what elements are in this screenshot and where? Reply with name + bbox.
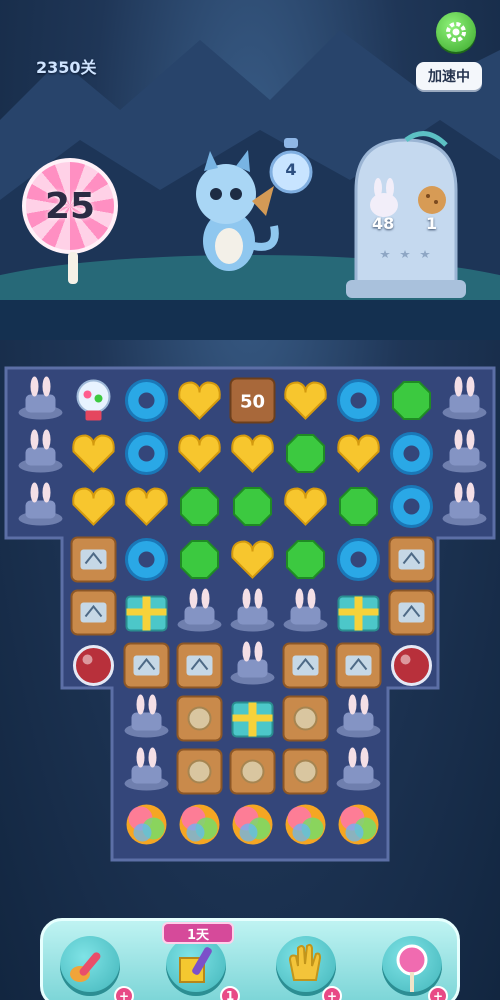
blue-donut-tile[interactable] — [125, 538, 168, 581]
rainbow-ball-tile[interactable] — [338, 804, 379, 845]
blue-donut-tile[interactable] — [337, 379, 380, 422]
blue-donut-tile[interactable] — [125, 379, 168, 422]
green-gem-tile[interactable] — [180, 540, 219, 579]
blue-donut-tile[interactable] — [390, 432, 433, 475]
game-board[interactable]: 50 — [0, 0, 500, 1000]
glove-add-button[interactable]: + — [322, 986, 342, 1000]
ticket-crate-tile[interactable] — [335, 642, 382, 689]
ticket-crate-tile[interactable] — [176, 642, 223, 689]
gift-box-tile[interactable] — [337, 595, 380, 632]
booster-duration-tag: 1天 — [162, 922, 234, 944]
blue-donut-tile[interactable] — [390, 485, 433, 528]
lollipop-add-button[interactable]: + — [428, 986, 448, 1000]
rainbow-ball-tile[interactable] — [285, 804, 326, 845]
crate-50-tile[interactable]: 50 — [229, 377, 276, 424]
cube-hammer-booster[interactable] — [166, 936, 226, 996]
plain-crate-tile[interactable] — [229, 748, 276, 795]
cube-hammer-count: 1 — [220, 986, 240, 1000]
green-gem-tile[interactable] — [233, 487, 272, 526]
potion-tile[interactable] — [73, 645, 114, 686]
green-gem-tile[interactable] — [392, 381, 431, 420]
gift-box-tile[interactable] — [231, 701, 274, 738]
plain-crate-tile[interactable] — [176, 695, 223, 742]
green-gem-tile[interactable] — [339, 487, 378, 526]
plain-crate-tile[interactable] — [176, 748, 223, 795]
blue-donut-tile[interactable] — [125, 432, 168, 475]
rainbow-ball-tile[interactable] — [232, 804, 273, 845]
spoon-icon — [70, 952, 101, 982]
spoon-booster[interactable] — [60, 936, 120, 996]
crate-counter: 50 — [240, 392, 265, 413]
cube-hammer-icon — [179, 947, 212, 983]
green-gem-tile[interactable] — [286, 434, 325, 473]
ticket-crate-tile[interactable] — [70, 589, 117, 636]
ticket-crate-tile[interactable] — [123, 642, 170, 689]
green-gem-tile[interactable] — [286, 540, 325, 579]
rainbow-ball-tile[interactable] — [126, 804, 167, 845]
spoon-add-button[interactable]: + — [114, 986, 134, 1000]
ticket-crate-tile[interactable] — [388, 536, 435, 583]
green-gem-tile[interactable] — [180, 487, 219, 526]
gift-box-tile[interactable] — [125, 595, 168, 632]
ticket-crate-tile[interactable] — [388, 589, 435, 636]
plain-crate-tile[interactable] — [282, 695, 329, 742]
plain-crate-tile[interactable] — [282, 748, 329, 795]
ticket-crate-tile[interactable] — [282, 642, 329, 689]
potion-tile[interactable] — [391, 645, 432, 686]
rainbow-ball-tile[interactable] — [179, 804, 220, 845]
ticket-crate-tile[interactable] — [70, 536, 117, 583]
blue-donut-tile[interactable] — [337, 538, 380, 581]
